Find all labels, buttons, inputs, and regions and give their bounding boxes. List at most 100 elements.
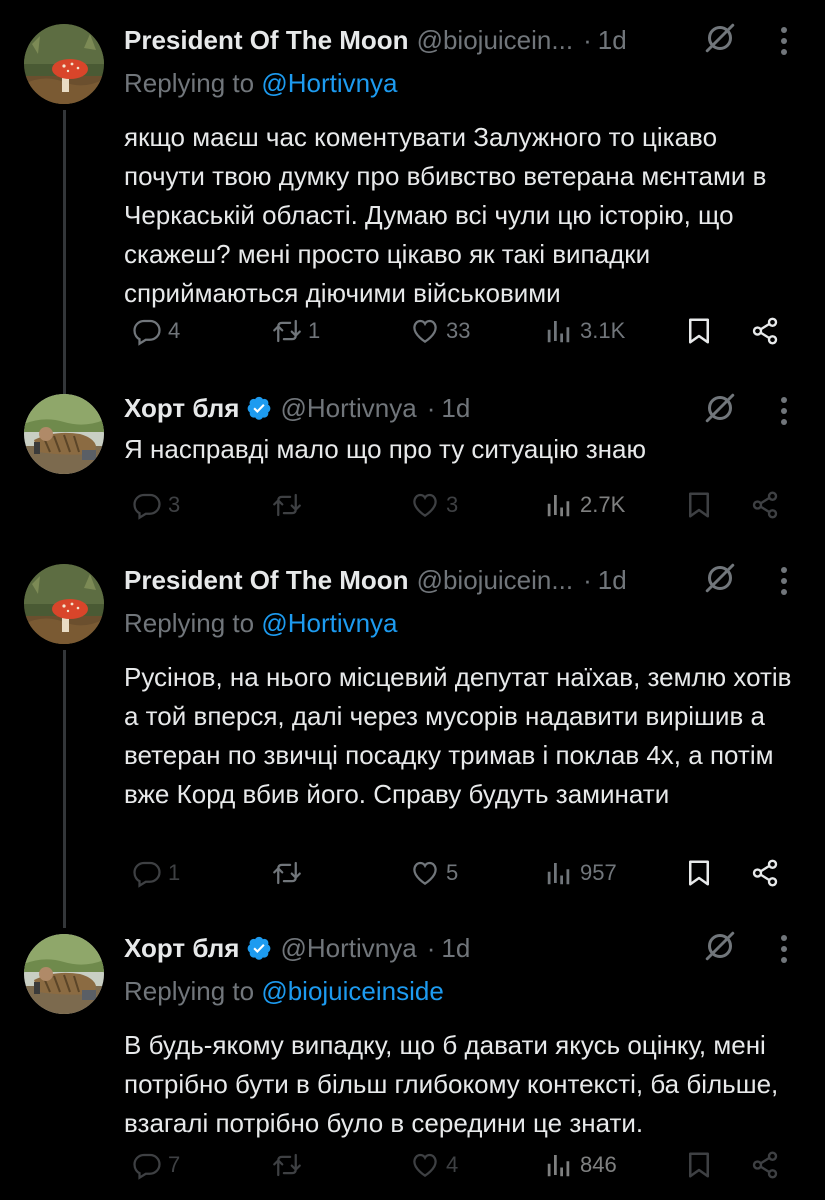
retweet-button[interactable] [272,490,308,520]
view-count: 846 [580,1152,617,1177]
replying-to-label: Replying to [124,68,262,98]
like-button[interactable]: 4 [410,1150,458,1180]
retweet-button[interactable] [272,858,308,888]
reply-icon [132,858,162,888]
display-name[interactable]: Хорт бля [124,393,239,424]
bookmark-button[interactable] [684,316,714,346]
display-name[interactable]: President Of The Moon [124,25,409,56]
retweet-button[interactable]: 1 [272,316,320,346]
display-name[interactable]: President Of The Moon [124,565,409,596]
timestamp[interactable]: 1d [441,933,470,964]
tweet-text: якщо маєш час коментувати Залужного то ц… [124,122,767,308]
share-icon [750,490,780,520]
action-bar: 1 5 957 [0,858,825,898]
like-count: 4 [446,1152,459,1177]
action-bar: 7 4 846 [0,1150,825,1190]
separator-dot: · [583,564,592,595]
grok-icon[interactable] [702,560,738,596]
like-count: 3 [446,492,459,517]
user-handle[interactable]: @Hortivnya [280,393,416,424]
views-button[interactable]: 846 [544,1150,617,1180]
views-button[interactable]: 3.1K [544,316,625,346]
timestamp[interactable]: 1d [441,393,470,424]
user-handle[interactable]: @biojuicein... [417,25,573,56]
replying-to: Replying to @Hortivnya [124,62,805,104]
person-photo-icon [24,394,104,474]
user-handle[interactable]: @Hortivnya [280,933,416,964]
avatar[interactable] [24,394,104,474]
views-icon [544,316,574,346]
tweet-text: Я насправді мало що про ту ситуацію знаю [124,434,646,464]
timestamp[interactable]: 1d [598,25,627,56]
verified-badge-icon [246,935,272,961]
reply-count: 3 [168,492,181,517]
reply-button[interactable]: 3 [132,490,180,520]
more-options-icon[interactable] [780,396,788,426]
tweet-text: В будь-якому випадку, що б давати якусь … [124,1030,779,1138]
avatar[interactable] [24,564,104,644]
tweet[interactable]: Хорт бля @Hortivnya · 1d Replying to @bi… [0,920,825,1200]
person-photo-icon [24,934,104,1014]
views-icon [544,490,574,520]
bookmark-button[interactable] [684,858,714,888]
views-button[interactable]: 957 [544,858,617,888]
retweet-icon [272,490,302,520]
verified-badge-icon [246,395,272,421]
grok-icon[interactable] [702,20,738,56]
reply-button[interactable]: 4 [132,316,180,346]
user-handle[interactable]: @biojuicein... [417,565,573,596]
replying-to-mention[interactable]: @biojuiceinside [261,976,444,1006]
replying-to-label: Replying to [124,976,262,1006]
more-options-icon[interactable] [780,934,788,964]
view-count: 2.7K [580,492,626,517]
replying-to-mention[interactable]: @Hortivnya [261,68,397,98]
like-button[interactable]: 3 [410,490,458,520]
reply-button[interactable]: 1 [132,858,180,888]
heart-icon [410,490,440,520]
heart-icon [410,1150,440,1180]
share-button[interactable] [750,1150,780,1180]
replying-to-mention[interactable]: @Hortivnya [261,608,397,638]
like-button[interactable]: 5 [410,858,458,888]
heart-icon [410,316,440,346]
like-count: 5 [446,860,459,885]
avatar[interactable] [24,24,104,104]
view-count: 957 [580,860,617,885]
share-button[interactable] [750,490,780,520]
like-count: 33 [446,318,471,343]
view-count: 3.1K [580,318,626,343]
reply-count: 4 [168,318,181,343]
share-icon [750,1150,780,1180]
bookmark-button[interactable] [684,1150,714,1180]
tweet[interactable]: President Of The Moon @biojuicein... · 1… [0,0,825,395]
share-button[interactable] [750,858,780,888]
display-name[interactable]: Хорт бля [124,933,239,964]
timestamp[interactable]: 1d [598,565,627,596]
bookmark-button[interactable] [684,490,714,520]
separator-dot: · [583,24,592,55]
more-options-icon[interactable] [780,566,788,596]
reply-button[interactable]: 7 [132,1150,180,1180]
bookmark-icon [684,858,714,888]
retweet-button[interactable] [272,1150,308,1180]
tweet[interactable]: Хорт бля @Hortivnya · 1d Я насправді мал… [0,380,825,550]
share-button[interactable] [750,316,780,346]
action-bar: 3 3 2.7K [0,490,825,530]
bookmark-icon [684,316,714,346]
like-button[interactable]: 33 [410,316,470,346]
share-icon [750,316,780,346]
tweet[interactable]: President Of The Moon @biojuicein... · 1… [0,550,825,928]
grok-icon[interactable] [702,928,738,964]
retweet-icon [272,1150,302,1180]
separator-dot: · [426,392,436,423]
grok-icon[interactable] [702,390,738,426]
retweet-count: 1 [308,318,321,343]
views-icon [544,1150,574,1180]
heart-icon [410,858,440,888]
avatar[interactable] [24,934,104,1014]
tweet-text: Русінов, на нього місцевий депутат наїха… [124,662,792,809]
views-button[interactable]: 2.7K [544,490,625,520]
retweet-icon [272,858,302,888]
action-bar: 4 1 33 3.1K [0,316,825,356]
more-options-icon[interactable] [780,26,788,56]
